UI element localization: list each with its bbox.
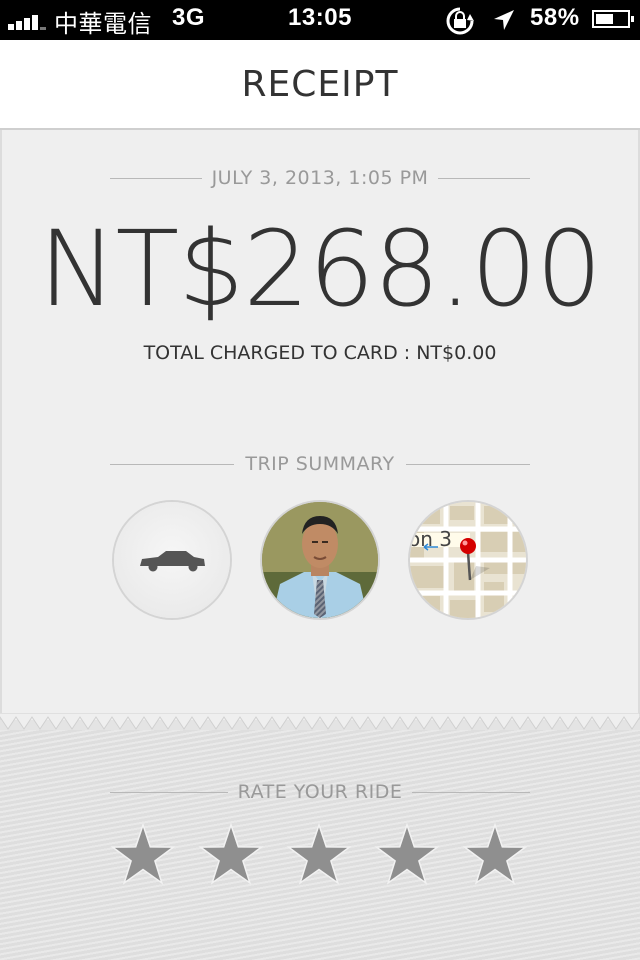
map-pin-icon — [460, 538, 476, 554]
fare-amount: NT$268.00 — [38, 208, 602, 330]
star-1-icon[interactable] — [110, 822, 176, 888]
battery-icon — [592, 10, 634, 28]
star-4-icon[interactable] — [374, 822, 440, 888]
divider — [110, 464, 234, 465]
divider — [110, 792, 228, 793]
driver-avatar — [262, 502, 378, 618]
trip-summary-label: TRIP SUMMARY — [245, 453, 395, 475]
star-5-icon[interactable] — [462, 822, 528, 888]
divider — [110, 178, 202, 179]
rotation-lock-icon — [446, 7, 474, 35]
rate-ride-label: RATE YOUR RIDE — [237, 781, 403, 803]
route-map-button[interactable]: on 3 — [410, 502, 526, 618]
card-charge-line: TOTAL CHARGED TO CARD : NT$0.00 — [143, 342, 497, 364]
divider — [438, 178, 530, 179]
driver-photo[interactable] — [262, 502, 378, 618]
car-icon — [140, 551, 205, 572]
map-thumbnail: on 3 — [410, 502, 526, 618]
page-title: RECEIPT — [241, 64, 399, 105]
star-2-icon[interactable] — [198, 822, 264, 888]
location-arrow-icon — [494, 10, 514, 30]
star-3-icon[interactable] — [286, 822, 352, 888]
status-bar: 中華電信 3G 13:05 58% — [0, 0, 640, 40]
receipt-datetime: JULY 3, 2013, 1:05 PM — [211, 167, 429, 189]
vehicle-button[interactable] — [114, 502, 230, 618]
nav-bar: RECEIPT — [0, 40, 640, 130]
divider — [406, 464, 530, 465]
battery-percent: 58% — [530, 4, 580, 31]
divider — [412, 792, 530, 793]
